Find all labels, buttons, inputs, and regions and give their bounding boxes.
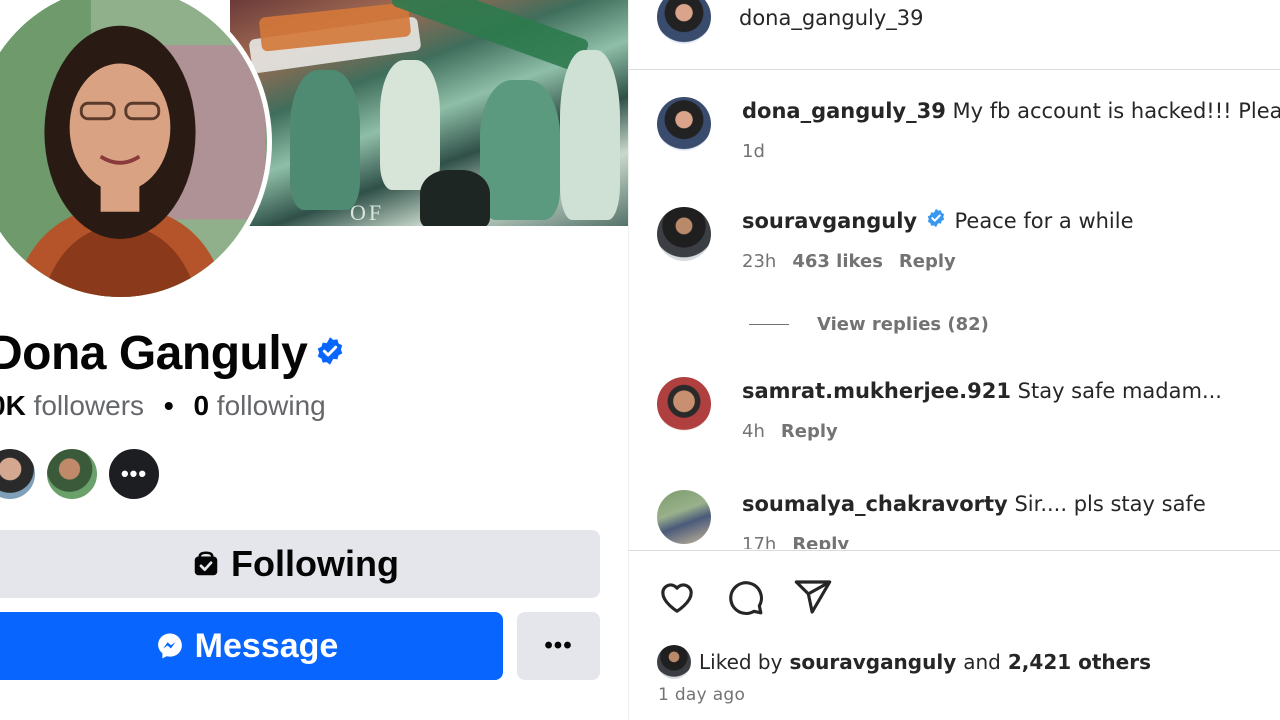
dancer-figure bbox=[380, 60, 440, 190]
following-count[interactable]: 0 bbox=[193, 390, 209, 421]
comments-list[interactable]: dona_ganguly_39 My fb account is hacked!… bbox=[629, 71, 1280, 549]
comment-icon[interactable] bbox=[725, 577, 765, 617]
comment-text: soumalya_chakravorty Sir.... pls stay sa… bbox=[742, 492, 1206, 516]
comment-body: Sir.... pls stay safe bbox=[1014, 492, 1206, 516]
comment-time: 17h bbox=[742, 534, 777, 549]
reply-button[interactable]: Reply bbox=[792, 534, 849, 549]
post-time: 1 day ago bbox=[658, 685, 746, 705]
liker-avatar[interactable] bbox=[657, 645, 691, 679]
dancer-figure bbox=[480, 80, 560, 220]
more-mutuals-button[interactable]: ••• bbox=[106, 446, 162, 502]
following-button[interactable]: Following bbox=[0, 530, 600, 598]
reply-button[interactable]: Reply bbox=[781, 421, 838, 442]
comment-body: Peace for a while bbox=[954, 209, 1134, 233]
comment-text: souravganguly Peace for a while bbox=[742, 208, 1134, 235]
comment-meta: 17h Reply bbox=[742, 534, 865, 549]
commenter-avatar[interactable] bbox=[657, 377, 711, 431]
messenger-icon bbox=[155, 631, 185, 661]
facebook-profile-panel: OF Dona Ganguly 0K followers • 0 followi… bbox=[0, 0, 628, 720]
post-author-avatar[interactable] bbox=[657, 0, 711, 44]
comment-meta: 4h Reply bbox=[742, 421, 854, 442]
profile-portrait bbox=[0, 0, 266, 297]
dancer-figure bbox=[560, 50, 620, 220]
profile-name-text: Dona Ganguly bbox=[0, 327, 308, 380]
heart-icon[interactable] bbox=[657, 577, 697, 617]
profile-name: Dona Ganguly bbox=[0, 326, 345, 384]
follow-stats: 0K followers • 0 following bbox=[0, 390, 326, 422]
profile-picture[interactable] bbox=[0, 0, 272, 302]
following-label[interactable]: following bbox=[217, 390, 326, 421]
following-check-icon bbox=[191, 549, 221, 579]
mutual-friend-avatar[interactable] bbox=[0, 446, 38, 502]
post-author-username[interactable]: dona_ganguly_39 bbox=[739, 6, 924, 30]
comment-text: dona_ganguly_39 My fb account is hacked!… bbox=[742, 99, 1280, 123]
dancer-figure bbox=[290, 70, 360, 210]
more-options-label: ••• bbox=[544, 632, 573, 659]
comment-likes[interactable]: 463 likes bbox=[792, 251, 883, 272]
liked-by-summary: Liked by souravganguly and 2,421 others bbox=[657, 645, 1158, 679]
message-button-label: Message bbox=[194, 626, 339, 665]
followers-count[interactable]: 0K bbox=[0, 390, 26, 421]
comment-username[interactable]: dona_ganguly_39 bbox=[742, 99, 946, 123]
followers-label[interactable]: followers bbox=[34, 390, 144, 421]
share-icon[interactable] bbox=[793, 577, 833, 617]
view-replies-button[interactable]: View replies (82) bbox=[749, 314, 989, 335]
comment-time: 1d bbox=[742, 141, 765, 162]
comment-time: 23h bbox=[742, 251, 777, 272]
comment-username[interactable]: soumalya_chakravorty bbox=[742, 492, 1008, 516]
more-options-button[interactable]: ••• bbox=[517, 612, 600, 680]
following-button-label: Following bbox=[231, 543, 399, 584]
comment-time: 4h bbox=[742, 421, 765, 442]
comment-body: Stay safe madam... bbox=[1017, 379, 1222, 403]
commenter-avatar[interactable] bbox=[657, 490, 711, 544]
commenter-avatar[interactable] bbox=[657, 207, 711, 261]
stats-separator: • bbox=[163, 390, 174, 421]
liked-by-user[interactable]: souravganguly bbox=[789, 650, 956, 674]
reply-button[interactable]: Reply bbox=[899, 251, 956, 272]
comment-meta: 23h 463 likes Reply bbox=[742, 251, 972, 272]
liked-by-and: and bbox=[963, 650, 1001, 674]
more-mutuals-label: ••• bbox=[120, 461, 148, 486]
comment-username[interactable]: souravganguly bbox=[742, 209, 917, 233]
message-button[interactable]: Message bbox=[0, 612, 503, 680]
comment-meta: 1d bbox=[742, 141, 781, 162]
verified-badge-icon bbox=[926, 208, 946, 233]
comment-username[interactable]: samrat.mukherjee.921 bbox=[742, 379, 1011, 403]
verified-badge-icon bbox=[315, 323, 345, 378]
comment-text: samrat.mukherjee.921 Stay safe madam... bbox=[742, 379, 1222, 403]
post-actions: Liked by souravganguly and 2,421 others … bbox=[629, 550, 1280, 720]
liked-by-others[interactable]: 2,421 others bbox=[1008, 650, 1151, 674]
instagram-comments-panel: dona_ganguly_39 dona_ganguly_39 My fb ac… bbox=[628, 0, 1280, 720]
liked-by-prefix: Liked by bbox=[699, 650, 783, 674]
replies-divider bbox=[749, 324, 789, 325]
comment-body: My fb account is hacked!!! Please bbox=[952, 99, 1280, 123]
commenter-avatar[interactable] bbox=[657, 97, 711, 151]
stage-banner-text: OF bbox=[350, 200, 385, 225]
view-replies-label: View replies (82) bbox=[817, 314, 989, 335]
mutual-friend-avatar[interactable] bbox=[44, 446, 100, 502]
post-header: dona_ganguly_39 bbox=[629, 0, 1280, 70]
cover-photo[interactable]: OF bbox=[230, 0, 628, 226]
audience-silhouette bbox=[420, 170, 490, 226]
